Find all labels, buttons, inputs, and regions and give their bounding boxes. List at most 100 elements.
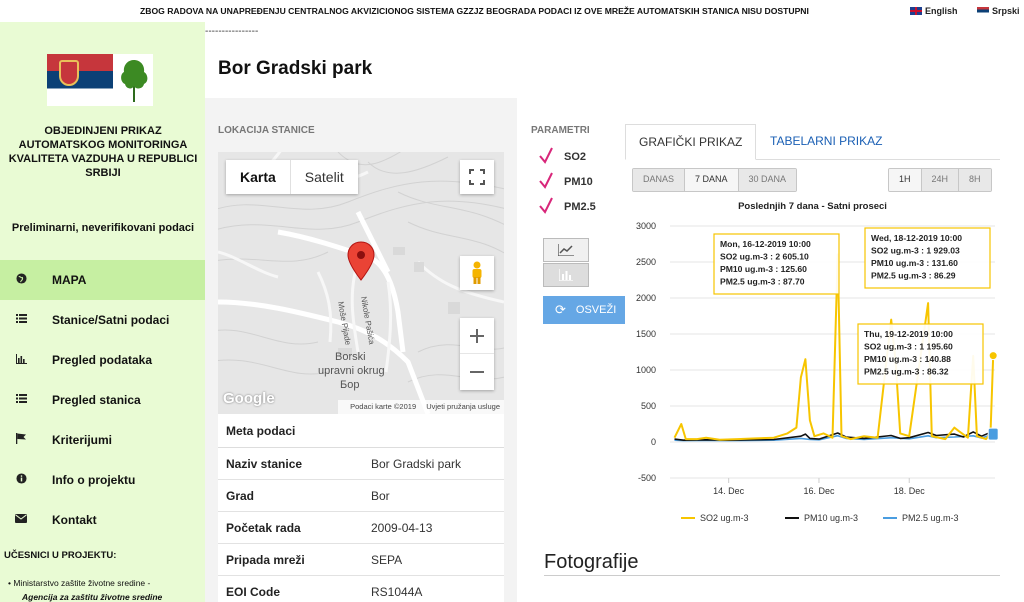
param-label: PM2.5 [564, 201, 596, 213]
param-so2-checkbox[interactable]: SO2 [539, 147, 586, 164]
plus-icon [470, 328, 484, 343]
tooltip-date: Wed, 18-12-2019 10:00 [871, 233, 962, 243]
x-tick-label: 18. Dec [894, 486, 926, 496]
line-chart-button[interactable] [543, 238, 589, 262]
location-label: LOKACIJA STANICE [218, 125, 315, 136]
nav-item-label: MAPA [52, 273, 87, 287]
tab-graficki-prikaz[interactable]: GRAFIČKI PRIKAZ [625, 124, 757, 160]
map-region-label-2: upravni okrug [318, 365, 385, 377]
nav-item-info-o-projektu[interactable]: Info o projektu [0, 460, 205, 500]
zoom-controls [460, 318, 494, 390]
metadata-key: Pripada mreži [226, 552, 305, 567]
list-icon [14, 314, 28, 326]
fullscreen-icon [469, 169, 485, 185]
language-serbian-label: Srpski [992, 6, 1020, 16]
tooltip-date: Thu, 19-12-2019 10:00 [864, 329, 953, 339]
tooltip-pm25: PM2.5 ug.m-3 : 87.70 [720, 277, 805, 287]
map-type-satelit[interactable]: Satelit [289, 160, 358, 194]
checkmark-icon [539, 147, 553, 164]
tooltip-pm10: PM10 ug.m-3 : 140.88 [864, 354, 951, 364]
nav-item-stanice-satni-podaci[interactable]: Stanice/Satni podaci [0, 300, 205, 340]
metadata-value: Bor [371, 488, 390, 503]
participants-title: UČESNICI U PROJEKTU: [4, 550, 117, 561]
station-map[interactable]: Moše Pijade Nikole Pašića Borski upravni… [218, 152, 504, 414]
sidebar: OBJEDINJENI PRIKAZ AUTOMATSKOG MONITORIN… [0, 22, 205, 602]
metadata-value: Bor Gradski park [371, 456, 462, 471]
tooltip-so2: SO2 ug.m-3 : 2 605.10 [720, 252, 809, 262]
map-type-switch: Karta Satelit [226, 160, 358, 194]
tooltip: Thu, 19-12-2019 10:00 SO2 ug.m-3 : 1 195.… [857, 323, 984, 385]
table-row: Naziv stanice Bor Gradski park [218, 448, 504, 480]
metadata-key: Grad [226, 488, 255, 503]
nav-item-label: Kriterijumi [52, 433, 113, 447]
language-serbian[interactable]: Srpski [977, 6, 1020, 16]
map-footer: Podaci karte ©2019 Uvjeti pružanja uslug… [338, 400, 504, 414]
minus-icon [470, 371, 484, 373]
metadata-value: RS1044A [371, 584, 423, 599]
bar-chart-button[interactable] [543, 263, 589, 287]
tooltip-so2: SO2 ug.m-3 : 1 195.60 [864, 342, 953, 352]
y-tick-label: 2500 [636, 257, 656, 267]
checkmark-icon [539, 197, 553, 214]
street-view-button[interactable] [460, 256, 494, 290]
chart-panel: DANAS 7 DANA 30 DANA 1H 24H 8H Poslednji… [625, 160, 1000, 540]
nav-item-kriterijumi[interactable]: Kriterijumi [0, 420, 205, 460]
tooltip-date: Mon, 16-12-2019 10:00 [720, 239, 811, 249]
map-copyright: Podaci karte ©2019 [350, 402, 417, 411]
refresh-button[interactable]: ⟳ OSVEŽI [543, 296, 625, 324]
flag-icon [14, 433, 28, 447]
metadata-value: 2009-04-13 [371, 520, 433, 535]
list-icon [14, 394, 28, 406]
nav-item-kontakt[interactable]: Kontakt [0, 500, 205, 540]
refresh-icon: ⟳ [555, 302, 566, 317]
maintenance-notice: ZBOG RADOVA NA UNAPREĐENJU CENTRALNOG AK… [140, 6, 809, 16]
tooltip-so2: SO2 ug.m-3 : 1 929.03 [871, 246, 960, 256]
separator-dashes: ---------------- [205, 26, 259, 37]
nav-item-label: Info o projektu [52, 473, 136, 487]
legend-label: SO2 ug.m-3 [700, 513, 749, 523]
y-tick-label: 3000 [636, 221, 656, 231]
table-row: Početak rada 2009-04-13 [218, 512, 504, 544]
participant-agency[interactable]: Agencija za zaštitu životne sredine [22, 592, 162, 602]
logo[interactable] [47, 54, 153, 106]
google-logo[interactable]: Google [223, 390, 275, 407]
nav-item-label: Stanice/Satni podaci [52, 313, 170, 327]
participant-ministry[interactable]: • Ministarstvo zaštite životne sredine - [8, 578, 150, 588]
x-tick-label: 16. Dec [803, 486, 835, 496]
x-tick-label: 14. Dec [713, 486, 745, 496]
station-title: Bor Gradski park [218, 58, 373, 79]
envelope-icon [14, 514, 28, 526]
zoom-in-button[interactable] [460, 318, 494, 354]
map-region-label-1: Borski [335, 351, 366, 363]
line-chart-icon [558, 244, 574, 256]
participant-ministry-label: Ministarstvo zaštite životne sredine - [13, 578, 151, 588]
map-region-label-3: Бор [340, 379, 359, 391]
zoom-out-button[interactable] [460, 354, 494, 390]
param-pm10-checkbox[interactable]: PM10 [539, 172, 593, 189]
tab-tabelarni-prikaz[interactable]: TABELARNI PRIKAZ [757, 124, 895, 160]
nav-item-label: Kontakt [52, 513, 97, 527]
tooltip-pm25: PM2.5 ug.m-3 : 86.29 [871, 271, 956, 281]
page: ZBOG RADOVA NA UNAPREĐENJU CENTRALNOG AK… [0, 0, 1024, 602]
top-bar: ZBOG RADOVA NA UNAPREĐENJU CENTRALNOG AK… [0, 0, 1024, 22]
language-english[interactable]: English [910, 6, 958, 16]
y-tick-label: -500 [638, 473, 656, 483]
param-pm25-checkbox[interactable]: PM2.5 [539, 197, 596, 214]
checkmark-icon [539, 172, 553, 189]
preliminary-data-note: Preliminarni, neverifikovani podaci [11, 222, 195, 234]
table-row: Grad Bor [218, 480, 504, 512]
nav-item-pregled-stanica[interactable]: Pregled stanica [0, 380, 205, 420]
pegman-icon [472, 261, 482, 284]
coat-of-arms-icon [59, 60, 79, 86]
map-terms-link[interactable]: Uvjeti pružanja usluge [426, 402, 500, 411]
table-row: EOI Code RS1044A [218, 576, 504, 602]
legend-label: PM10 ug.m-3 [804, 513, 858, 523]
metadata-key: EOI Code [226, 584, 281, 599]
map-type-karta[interactable]: Karta [226, 160, 290, 194]
serbia-flag-icon [977, 7, 989, 15]
globe-icon [14, 273, 28, 287]
nav-item-pregled-podataka[interactable]: Pregled podataka [0, 340, 205, 380]
y-tick-label: 2000 [636, 293, 656, 303]
fullscreen-button[interactable] [460, 160, 494, 194]
nav-item-mapa[interactable]: MAPA [0, 260, 205, 300]
